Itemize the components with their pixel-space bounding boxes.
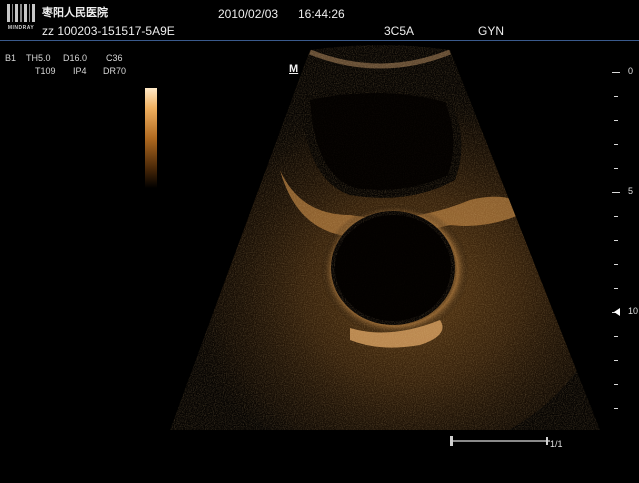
depth-label-0: 0 xyxy=(628,66,634,76)
orientation-marker: M xyxy=(289,63,299,75)
cine-progress-bar[interactable] xyxy=(450,440,550,442)
hospital-name: 枣阳人民医院 xyxy=(42,7,108,19)
depth-tick xyxy=(614,120,618,121)
logo-brand-text: MINDRAY xyxy=(7,25,35,31)
imaging-mode: B1 xyxy=(5,53,17,63)
param-c: C36 xyxy=(106,53,123,63)
param-t: T109 xyxy=(35,66,56,76)
depth-tick xyxy=(614,408,618,409)
depth-tick xyxy=(614,264,618,265)
depth-label-10: 10 xyxy=(628,306,639,316)
mindray-logo: MINDRAY xyxy=(3,4,39,34)
param-ip: IP4 xyxy=(73,66,87,76)
probe-model: 3C5A xyxy=(384,24,415,38)
param-depth: D16.0 xyxy=(63,53,88,63)
exam-type: GYN xyxy=(478,24,505,38)
patient-id: zz 100203-151517-5A9E xyxy=(42,24,175,38)
depth-tick-major xyxy=(612,72,620,73)
ultrasound-image xyxy=(170,45,600,430)
cine-start-handle[interactable] xyxy=(450,436,453,446)
depth-tick xyxy=(614,168,618,169)
depth-scale: 0 5 10 xyxy=(608,60,639,420)
focus-marker-icon[interactable] xyxy=(614,308,620,316)
depth-tick xyxy=(614,216,618,217)
exam-date: 2010/02/03 xyxy=(218,7,279,21)
header-bar: MINDRAY 枣阳人民医院 2010/02/03 16:44:26 zz 10… xyxy=(0,0,639,42)
cine-end-marker xyxy=(546,437,548,445)
depth-tick xyxy=(614,144,618,145)
depth-tick-major xyxy=(612,192,620,193)
logo-bars-icon xyxy=(7,4,36,22)
frame-counter: 1/1 xyxy=(550,439,563,449)
depth-tick xyxy=(614,336,618,337)
depth-tick xyxy=(614,288,618,289)
param-th: TH5.0 xyxy=(26,53,51,63)
depth-tick xyxy=(614,240,618,241)
depth-tick xyxy=(614,96,618,97)
depth-tick xyxy=(614,360,618,361)
exam-time: 16:44:26 xyxy=(298,7,345,21)
param-dr: DR70 xyxy=(103,66,127,76)
depth-tick xyxy=(614,384,618,385)
depth-label-5: 5 xyxy=(628,186,634,196)
